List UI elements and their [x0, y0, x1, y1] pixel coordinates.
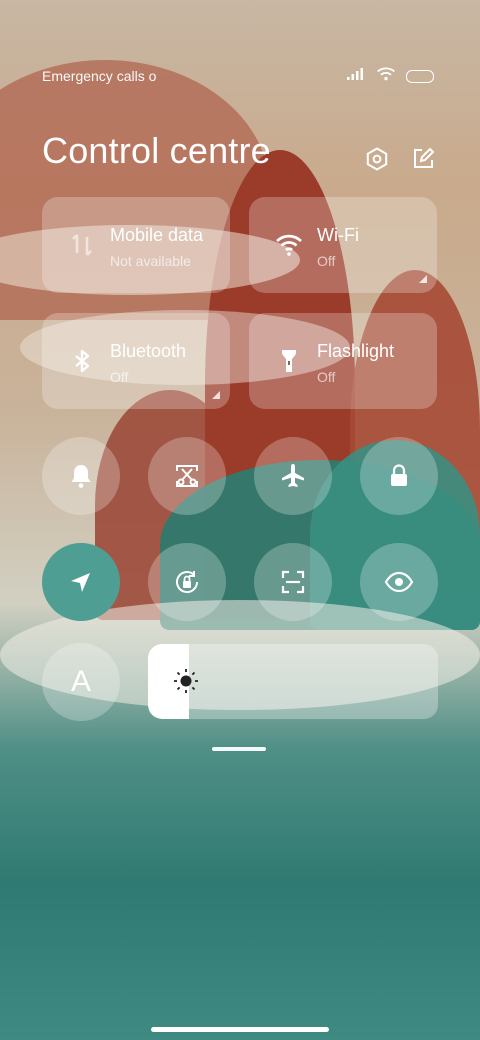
expand-corner-icon[interactable]: [419, 275, 427, 283]
wifi-icon: [275, 231, 303, 259]
page-title: Control centre: [42, 130, 271, 171]
battery-icon: [406, 70, 434, 83]
drag-handle[interactable]: [212, 747, 266, 751]
lock-icon: [391, 464, 407, 486]
home-indicator[interactable]: [151, 1027, 329, 1032]
bluetooth-icon: [68, 347, 96, 375]
edit-icon[interactable]: [410, 146, 436, 172]
flashlight-icon: [275, 347, 303, 375]
settings-icon[interactable]: [364, 146, 390, 172]
location-icon: [71, 573, 90, 592]
expand-corner-icon[interactable]: [212, 391, 220, 399]
tile-flashlight[interactable]: Flashlight Off: [249, 313, 437, 409]
tile-label: Mobile data: [110, 225, 204, 245]
brightness-slider[interactable]: [148, 644, 438, 719]
airplane-icon: [282, 464, 304, 487]
scan-icon: [281, 570, 305, 594]
tile-status: Off: [110, 369, 129, 385]
rotation-lock-icon: [176, 571, 199, 594]
tile-wifi[interactable]: Wi-Fi Off: [249, 197, 437, 293]
bell-toggle[interactable]: [42, 437, 120, 515]
reading-mode-toggle[interactable]: [360, 543, 438, 621]
tile-status: Not available: [110, 253, 191, 269]
tile-label: Bluetooth: [110, 341, 187, 361]
tile-mobile-data[interactable]: Mobile data Not available: [42, 197, 230, 293]
bell-icon: [71, 465, 91, 488]
tile-status: Off: [317, 369, 336, 385]
mobile-data-icon: [68, 231, 96, 259]
rotation-lock-toggle[interactable]: [148, 543, 226, 621]
wifi-status-icon: [376, 66, 396, 87]
tile-bluetooth[interactable]: Bluetooth Off: [42, 313, 230, 409]
font-size-toggle[interactable]: A: [42, 643, 120, 721]
location-toggle[interactable]: [42, 543, 120, 621]
tile-status: Off: [317, 253, 336, 269]
signal-icon: [346, 67, 366, 86]
tile-label: Wi-Fi: [317, 225, 359, 245]
scan-toggle[interactable]: [254, 543, 332, 621]
eye-icon: [384, 571, 414, 593]
status-text: Emergency calls o: [42, 68, 157, 84]
screenshot-toggle[interactable]: [148, 437, 226, 515]
font-size-icon: A: [70, 665, 91, 698]
sun-icon: [174, 669, 198, 693]
lock-toggle[interactable]: [360, 437, 438, 515]
screenshot-icon: [176, 465, 198, 487]
airplane-toggle[interactable]: [254, 437, 332, 515]
tile-label: Flashlight: [317, 341, 395, 361]
status-icons: [346, 66, 434, 87]
